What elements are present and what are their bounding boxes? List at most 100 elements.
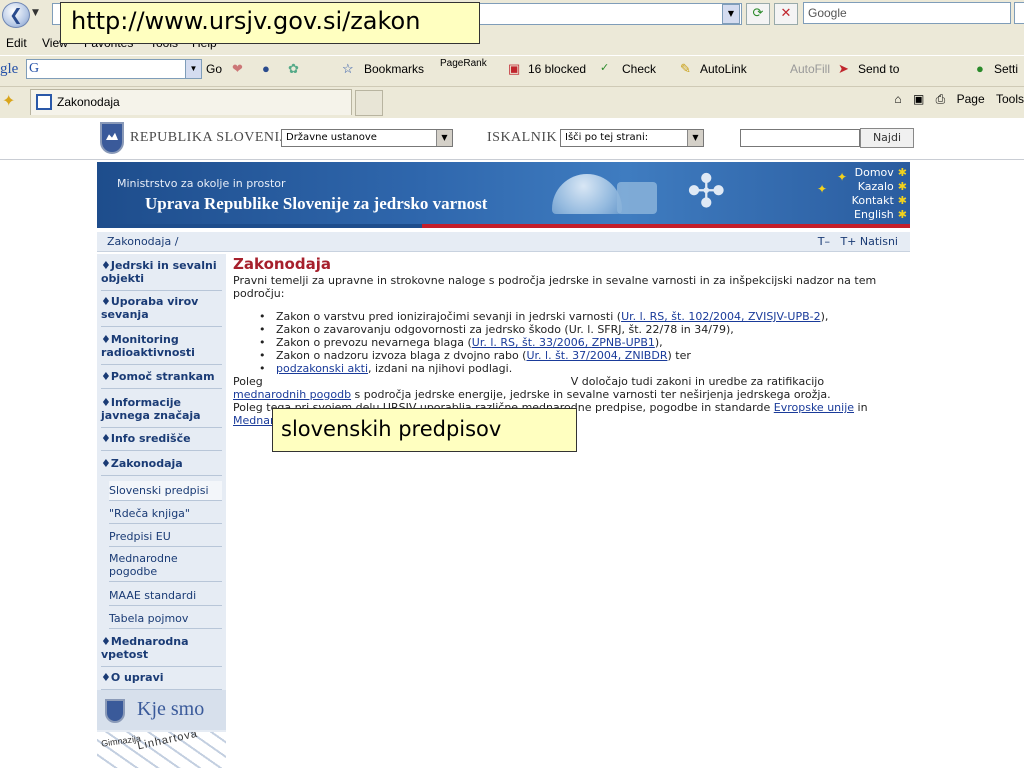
print-link[interactable]: Natisni [860, 235, 898, 248]
autolink-icon: ✎ [680, 61, 691, 76]
sidebar-item-monitoring[interactable]: ♦Monitoring radioaktivnosti [101, 333, 222, 365]
law-link[interactable]: Ur. l. RS, št. 102/2004, ZVISJV-UPB-2 [621, 310, 821, 323]
address-dropdown-icon[interactable]: ▼ [722, 4, 740, 24]
search-label: ISKALNIK [487, 130, 558, 145]
term-callout: slovenskih predpisov [272, 408, 577, 452]
law-link[interactable]: podzakonski akti [276, 362, 368, 375]
puzzle-icon[interactable]: ✿ [288, 61, 299, 77]
page-tools: T– T+ Natisni [818, 235, 898, 248]
back-button[interactable]: ❮ [2, 2, 30, 28]
law-link[interactable]: Ur. l. RS, št. 33/2006, ZPNB-UPB1 [472, 336, 655, 349]
popup-blocked-count[interactable]: 16 blocked [528, 62, 586, 76]
search-scope-select[interactable]: Išči po tej strani: ▼ [560, 129, 704, 147]
sidebar-item-label: Pomoč strankam [110, 370, 215, 383]
home-icon[interactable]: ⌂ [894, 92, 901, 106]
institutions-select-value: Državne ustanove [286, 132, 377, 143]
treaties-link[interactable]: mednarodnih pogodb [233, 388, 351, 401]
sidebar-subitem-eu-regulations[interactable]: Predpisi EU [109, 527, 222, 547]
sidebar-item-radiation-sources[interactable]: ♦Uporaba virov sevanja [101, 295, 222, 327]
institutions-select[interactable]: Državne ustanove ▼ [281, 129, 453, 147]
news-icon[interactable]: ❤ [232, 61, 243, 77]
google-toolbar: gle G ▼ Go ❤ ● ✿ ☆ Bookmarks PageRank ▣ … [0, 55, 1024, 81]
sidebar-item-info-center[interactable]: ♦Info središče [101, 432, 222, 451]
pagerank-indicator[interactable]: PageRank [440, 58, 487, 69]
sidebar-item-label: Jedrski in sevalni objekti [101, 259, 217, 285]
url-callout: http://www.ursjv.gov.si/zakon [60, 2, 480, 44]
map-street-label: Linhartova [136, 732, 199, 753]
page-title: Zakonodaja [233, 255, 331, 273]
list-item: Zakon o zavarovanju odgovornosti za jedr… [233, 323, 903, 336]
sidebar-item-label: O upravi [110, 671, 164, 684]
google-box-logo: G [29, 61, 40, 76]
search-scope-value: Išči po tej strani: [565, 132, 649, 143]
tab-zakonodaja[interactable]: Zakonodaja [30, 89, 352, 115]
location-box[interactable]: Kje smo [97, 690, 226, 730]
menu-edit[interactable]: Edit [6, 36, 27, 50]
list-item: Zakon o varstvu pred ionizirajočimi seva… [233, 310, 903, 323]
google-search-box[interactable]: G [26, 59, 202, 79]
banner-links: Domov ✱ Kazalo ✱ Kontakt ✱ English ✱ [852, 166, 910, 222]
shield-icon [105, 699, 125, 723]
location-label: Kje smo [137, 698, 205, 720]
page-menu-button[interactable]: Page [957, 92, 985, 106]
tools-menu-button[interactable]: Tools [996, 92, 1024, 106]
home-link[interactable]: Domov [855, 166, 894, 179]
sidebar-subitem-international-treaties[interactable]: Mednarodne pogodbe [109, 550, 222, 582]
english-link[interactable]: English [854, 208, 894, 221]
find-button[interactable]: Najdi [860, 128, 914, 148]
text-larger-button[interactable]: T+ [840, 235, 856, 248]
star-icon: ✱ [897, 166, 907, 179]
sidebar: ♦Jedrski in sevalni objekti ♦Uporaba vir… [97, 254, 226, 768]
refresh-button[interactable]: ⟳ [746, 3, 770, 25]
sidebar-item-label: Info središče [110, 432, 191, 445]
google-box-dropdown-icon[interactable]: ▼ [185, 60, 201, 78]
settings-button[interactable]: Setti [994, 62, 1018, 76]
contact-link[interactable]: Kontakt [852, 194, 894, 207]
reactor-building-image [617, 182, 657, 214]
globe-icon[interactable]: ● [262, 61, 270, 76]
gov-title: REPUBLIKA SLOVENIJA [130, 130, 297, 145]
sidebar-item-about[interactable]: ♦O upravi [101, 671, 222, 690]
bookmarks-button[interactable]: Bookmarks [364, 62, 424, 76]
law-text-after: ) ter [667, 349, 691, 362]
text-smaller-button[interactable]: T– [818, 235, 830, 248]
star-icon: ✱ [897, 194, 907, 207]
send-to-button[interactable]: Send to [858, 62, 899, 76]
check-button[interactable]: Check [622, 62, 656, 76]
sidebar-item-nuclear-objects[interactable]: ♦Jedrski in sevalni objekti [101, 259, 222, 291]
google-logo[interactable]: gle [0, 61, 18, 78]
favorites-star-icon[interactable]: ✦ [2, 91, 15, 110]
sitemap-link[interactable]: Kazalo [858, 180, 894, 193]
search-go-button[interactable] [1014, 2, 1024, 24]
banner-stripe [97, 224, 910, 228]
sidebar-subitem-slovenian-regulations[interactable]: Slovenski predpisi [109, 481, 222, 501]
tab-row: ✦ Zakonodaja ⌂ ▣ ⎙ Page Tools [0, 86, 1024, 116]
paragraph-text: in [854, 401, 868, 414]
atom-symbol-icon: ✣ [687, 164, 726, 218]
sidebar-item-public-info[interactable]: ♦Informacije javnega značaja [101, 396, 222, 428]
paragraph-text: s področja jedrske energije, jedrske in … [351, 388, 831, 401]
google-go-button[interactable]: Go [206, 62, 222, 76]
site-search-input[interactable] [740, 129, 860, 147]
location-map[interactable]: Gimnazija Linhartova [97, 732, 226, 768]
sidebar-subitem-iaea-standards[interactable]: MAAE standardi [109, 586, 222, 606]
autofill-button[interactable]: AutoFill [790, 62, 830, 76]
agency-title[interactable]: Uprava Republike Slovenije za jedrsko va… [145, 194, 487, 214]
sidebar-subitem-red-book[interactable]: "Rdeča knjiga" [109, 504, 222, 524]
browser-search-input[interactable]: Google [803, 2, 1011, 24]
list-item: Zakon o prevozu nevarnega blaga (Ur. l. … [233, 336, 903, 349]
list-item: Zakon o nadzoru izvoza blaga z dvojno ra… [233, 349, 903, 362]
autolink-button[interactable]: AutoLink [700, 62, 747, 76]
eu-link[interactable]: Evropske unije [774, 401, 854, 414]
sidebar-item-international[interactable]: ♦Mednarodna vpetost [101, 635, 222, 667]
law-link[interactable]: Ur. l. št. 37/2004, ZNIBDR [526, 349, 667, 362]
sidebar-subitem-glossary[interactable]: Tabela pojmov [109, 609, 222, 629]
print-icon[interactable]: ⎙ [936, 92, 946, 106]
sidebar-item-client-help[interactable]: ♦Pomoč strankam [101, 370, 222, 389]
stop-button[interactable]: ✕ [774, 3, 798, 25]
feeds-icon[interactable]: ▣ [913, 92, 924, 106]
sidebar-item-legislation[interactable]: ♦Zakonodaja [101, 457, 222, 476]
new-tab-button[interactable] [355, 90, 383, 116]
breadcrumb-path[interactable]: Zakonodaja / [107, 235, 178, 248]
back-dropdown-icon[interactable]: ▼ [32, 8, 39, 18]
